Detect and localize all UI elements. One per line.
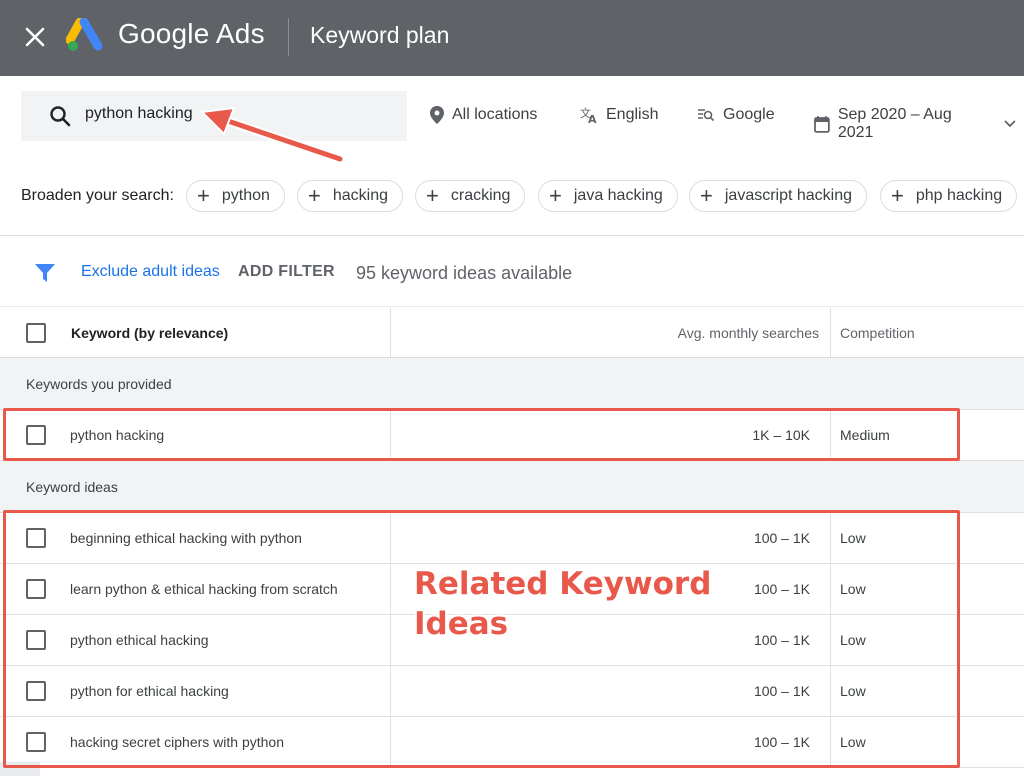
language-label: English <box>606 106 659 123</box>
search-network-icon <box>698 109 715 122</box>
table-header: Keyword (by relevance) Avg. monthly sear… <box>0 308 1024 358</box>
google-ads-logo-icon <box>66 18 103 51</box>
annotation-label: Related Keyword Ideas <box>414 566 712 642</box>
section-keywords-provided: Keywords you provided <box>0 358 1024 410</box>
filter-funnel-icon[interactable] <box>35 263 55 283</box>
select-all-checkbox[interactable] <box>26 323 46 343</box>
annotation-arrow-icon <box>199 106 345 164</box>
location-label: All locations <box>452 106 538 123</box>
column-divider <box>390 308 391 357</box>
header-divider <box>288 18 289 56</box>
column-header-searches[interactable]: Avg. monthly searches <box>600 308 819 357</box>
date-range-label: Sep 2020 – Aug 2021 <box>837 106 952 141</box>
column-header-competition[interactable]: Competition <box>840 308 915 357</box>
section-keyword-ideas: Keyword ideas <box>0 461 1024 513</box>
exclude-adult-ideas-link[interactable]: Exclude adult ideas <box>81 263 220 281</box>
calendar-icon <box>814 116 830 133</box>
plus-icon: + <box>426 183 439 208</box>
search-panel: All locations 文 A English Google Sep 202… <box>0 76 1024 236</box>
broaden-chip-hacking[interactable]: + hacking <box>297 180 404 212</box>
app-header: Google Ads Keyword plan <box>0 0 1024 76</box>
broaden-chip-php-hacking[interactable]: + php hacking <box>880 180 1018 212</box>
page-title: Keyword plan <box>310 22 450 48</box>
column-divider <box>830 308 831 357</box>
broaden-search-label: Broaden your search: <box>21 187 174 204</box>
column-header-keyword[interactable]: Keyword (by relevance) <box>71 308 228 357</box>
plus-icon: + <box>197 183 210 208</box>
search-icon <box>50 106 71 127</box>
location-selector[interactable]: All locations <box>430 106 537 124</box>
add-filter-button[interactable]: ADD FILTER <box>238 263 335 281</box>
svg-text:A: A <box>588 113 597 124</box>
section-label: Keywords you provided <box>26 376 172 392</box>
broaden-chip-cracking[interactable]: + cracking <box>415 180 526 212</box>
chevron-down-icon <box>1004 120 1016 128</box>
network-label: Google <box>723 106 775 123</box>
location-pin-icon <box>430 106 444 124</box>
keyword-ideas-count: 95 keyword ideas available <box>356 263 573 283</box>
date-range-selector[interactable]: Sep 2020 – Aug 2021 <box>814 106 1024 142</box>
filter-bar: Exclude adult ideas ADD FILTER 95 keywor… <box>0 237 1024 307</box>
network-selector[interactable]: Google <box>697 106 775 124</box>
plus-icon: + <box>308 183 321 208</box>
close-icon[interactable] <box>22 24 48 50</box>
broaden-chip-javascript-hacking[interactable]: + javascript hacking <box>689 180 868 212</box>
broaden-chip-python[interactable]: + python <box>186 180 285 212</box>
broaden-chip-java-hacking[interactable]: + java hacking <box>538 180 678 212</box>
language-selector[interactable]: 文 A English <box>580 106 658 124</box>
plus-icon: + <box>891 183 904 208</box>
section-label: Keyword ideas <box>26 479 118 495</box>
annotation-box-provided <box>3 408 960 461</box>
brand-name: Google Ads <box>118 18 265 49</box>
plus-icon: + <box>700 183 713 208</box>
plus-icon: + <box>549 183 562 208</box>
translate-icon: 文 A <box>580 106 597 124</box>
